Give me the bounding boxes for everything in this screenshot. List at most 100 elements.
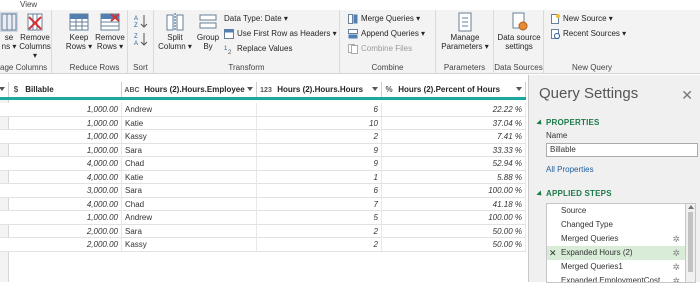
cell-hours[interactable]: 1 [257, 170, 382, 184]
cell-billable[interactable]: 1,000.00 [9, 116, 122, 130]
cell-percent[interactable]: 50.00 % [382, 224, 526, 238]
cell-billable[interactable]: 2,000.00 [9, 238, 122, 251]
manage-parameters-button[interactable]: Manage Parameters ▾ [438, 12, 492, 51]
cell-percent[interactable]: 52.94 % [382, 157, 526, 170]
step-settings-gear-icon[interactable]: ✲ [672, 260, 680, 274]
append-queries-button[interactable]: Append Queries ▾ [348, 29, 425, 39]
cell-employee[interactable]: Sara [122, 143, 257, 157]
cell-billable[interactable]: 1,000.00 [9, 103, 122, 116]
sort-descending-button[interactable]: Z A [134, 32, 151, 46]
table-row[interactable]: 1,000.00 Andrew 6 22.22 % [0, 103, 526, 117]
query-name-input[interactable]: Billable [546, 143, 698, 157]
cell-employee[interactable]: Chad [122, 157, 257, 170]
cell-percent[interactable]: 100.00 % [382, 184, 526, 197]
scrollbar-thumb[interactable] [688, 212, 693, 272]
table-row[interactable]: 4,000.00 Katie 1 5.88 % [0, 170, 526, 184]
table-row[interactable]: 1,000.00 Sara 9 33.33 % [0, 143, 526, 157]
collapse-applied-steps-icon[interactable] [536, 190, 544, 198]
table-row[interactable]: 4,000.00 Chad 9 52.94 % [0, 157, 526, 171]
cell-billable[interactable]: 4,000.00 [9, 170, 122, 184]
column-header-billable[interactable]: $ Billable [9, 82, 122, 97]
cell-billable[interactable]: 1,000.00 [9, 211, 122, 224]
data-type-dropdown[interactable]: Data Type: Date ▾ [224, 14, 288, 24]
text-type-icon[interactable]: ABC [122, 83, 142, 97]
table-row[interactable]: 1,000.00 Andrew 5 100.00 % [0, 211, 526, 225]
table-row[interactable]: 3,000.00 Sara 6 100.00 % [0, 184, 526, 198]
recent-sources-button[interactable]: Recent Sources ▾ [550, 29, 626, 39]
all-properties-link[interactable]: All Properties [546, 165, 594, 174]
cell-hours[interactable]: 2 [257, 238, 382, 251]
keep-rows-button[interactable]: Keep Rows ▾ [64, 12, 94, 51]
applied-step[interactable]: Source [547, 204, 685, 218]
applied-steps-scrollbar[interactable] [686, 203, 696, 283]
table-row[interactable]: 4,000.00 Chad 7 41.18 % [0, 197, 526, 211]
cell-employee[interactable]: Andrew [122, 103, 257, 116]
table-row[interactable]: 1,000.00 Katie 10 37.04 % [0, 116, 526, 130]
cell-percent[interactable]: 5.88 % [382, 170, 526, 184]
combine-files-button[interactable]: Combine Files [348, 44, 412, 54]
currency-type-icon[interactable]: $ [9, 82, 23, 97]
remove-rows-button[interactable]: Remove Rows ▾ [94, 12, 126, 51]
filter-dropdown-icon[interactable] [247, 87, 253, 91]
step-settings-gear-icon[interactable]: ✲ [672, 246, 680, 260]
applied-step[interactable]: Merged Queries1 ✲ [547, 260, 685, 274]
cell-employee[interactable]: Kassy [122, 130, 257, 143]
cell-hours[interactable]: 10 [257, 116, 382, 130]
cell-percent[interactable]: 22.22 % [382, 103, 526, 116]
cell-employee[interactable]: Katie [122, 170, 257, 184]
remove-columns-button[interactable]: Remove Columns ▾ [19, 12, 51, 60]
split-column-button[interactable]: Split Column ▾ [158, 12, 192, 51]
cell-percent[interactable]: 100.00 % [382, 211, 526, 224]
cell-billable[interactable]: 3,000.00 [9, 184, 122, 197]
tab-view[interactable]: View [20, 0, 37, 9]
cell-percent[interactable]: 7.41 % [382, 130, 526, 143]
column-header-employee[interactable]: ABC Hours (2).Hours.Employee [122, 82, 257, 97]
cell-percent[interactable]: 41.18 % [382, 197, 526, 211]
cell-billable[interactable]: 4,000.00 [9, 197, 122, 211]
cell-employee[interactable]: Katie [122, 116, 257, 130]
cell-employee[interactable]: Sara [122, 224, 257, 238]
column-header-percent[interactable]: % Hours (2).Percent of Hours [382, 82, 526, 97]
applied-step[interactable]: ✕ Expanded Hours (2) ✲ [547, 246, 685, 260]
table-row[interactable]: 2,000.00 Sara 2 50.00 % [0, 224, 526, 238]
scroll-up-icon[interactable] [688, 205, 694, 209]
merge-queries-button[interactable]: Merge Queries ▾ [348, 14, 420, 24]
cell-hours[interactable]: 9 [257, 157, 382, 170]
use-first-row-headers-button[interactable]: Use First Row as Headers ▾ [224, 29, 337, 39]
cell-percent[interactable]: 50.00 % [382, 238, 526, 251]
cell-hours[interactable]: 9 [257, 143, 382, 157]
cell-billable[interactable]: 1,000.00 [9, 130, 122, 143]
cell-billable[interactable]: 2,000.00 [9, 224, 122, 238]
close-icon[interactable]: ✕ [681, 87, 693, 104]
collapse-properties-icon[interactable] [536, 119, 544, 127]
cell-hours[interactable]: 2 [257, 224, 382, 238]
cell-hours[interactable]: 5 [257, 211, 382, 224]
step-settings-gear-icon[interactable]: ✲ [672, 232, 680, 246]
column-header-hours[interactable]: 123 Hours (2).Hours.Hours [257, 82, 382, 97]
cell-hours[interactable]: 6 [257, 103, 382, 116]
cell-employee[interactable]: Sara [122, 184, 257, 197]
filter-dropdown-icon[interactable] [0, 87, 5, 91]
cell-hours[interactable]: 7 [257, 197, 382, 211]
new-source-button[interactable]: New Source ▾ [550, 14, 613, 24]
cell-percent[interactable]: 37.04 % [382, 116, 526, 130]
filter-dropdown-icon[interactable] [372, 87, 378, 91]
applied-step[interactable]: Changed Type [547, 218, 685, 232]
choose-columns-button[interactable]: se ns ▾ [0, 12, 18, 51]
sort-ascending-button[interactable]: A Z [134, 14, 151, 28]
data-source-settings-button[interactable]: Data source settings [494, 12, 544, 51]
cell-employee[interactable]: Chad [122, 197, 257, 211]
filter-dropdown-icon[interactable] [516, 87, 522, 91]
group-by-button[interactable]: Group By [194, 12, 222, 51]
cell-hours[interactable]: 2 [257, 130, 382, 143]
delete-step-icon[interactable]: ✕ [549, 246, 557, 260]
cell-billable[interactable]: 1,000.00 [9, 143, 122, 157]
cell-employee[interactable]: Kassy [122, 238, 257, 251]
applied-step[interactable]: Merged Queries ✲ [547, 232, 685, 246]
cell-hours[interactable]: 6 [257, 184, 382, 197]
replace-values-button[interactable]: 1 2 Replace Values [224, 44, 292, 54]
cell-billable[interactable]: 4,000.00 [9, 157, 122, 170]
cell-employee[interactable]: Andrew [122, 211, 257, 224]
percentage-type-icon[interactable]: % [382, 82, 396, 97]
whole-number-type-icon[interactable]: 123 [257, 83, 275, 97]
